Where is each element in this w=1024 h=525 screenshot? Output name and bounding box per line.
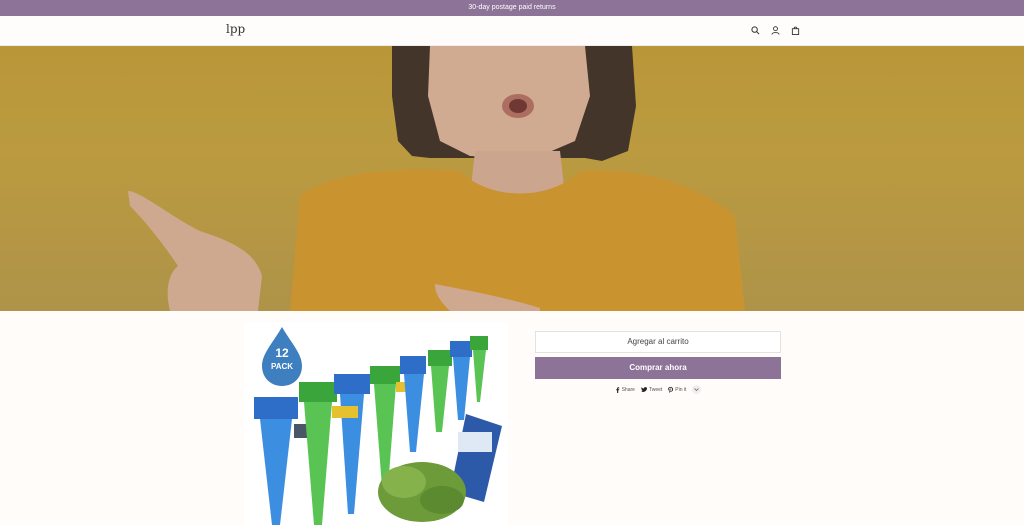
share-twitter[interactable]: Tweet [640,386,663,393]
pinterest-icon [668,386,674,393]
share-pinterest[interactable]: Pin it [668,386,687,393]
cart-icon[interactable] [788,23,802,37]
store-logo[interactable]: lpp [226,22,245,36]
search-icon[interactable] [748,23,762,37]
site-header: lpp [0,16,1024,46]
share-facebook-label: Share [621,386,635,393]
hero-image [0,46,1024,311]
share-links: Share Tweet Pin it [535,385,781,394]
announcement-bar: 30-day postage paid returns [0,0,1024,16]
twitter-icon [640,387,647,392]
header-icons [748,23,802,37]
badge-count: 12 [275,346,289,360]
chevron-down-icon [694,388,700,391]
product-actions: Agregar al carrito Comprar ahora Share T… [535,331,781,394]
share-twitter-label: Tweet [648,386,663,393]
share-more-button[interactable] [692,385,702,394]
product-image[interactable]: 12 PACK [244,322,508,525]
buy-now-button[interactable]: Comprar ahora [535,357,781,379]
hero-banner [0,46,1024,311]
announcement-text: 30-day postage paid returns [468,4,556,11]
facebook-icon [615,386,619,393]
account-icon[interactable] [768,23,782,37]
share-pinterest-label: Pin it [675,386,687,393]
badge-pack: PACK [271,362,293,371]
add-to-cart-button[interactable]: Agregar al carrito [535,331,781,353]
share-facebook[interactable]: Share [615,387,635,393]
